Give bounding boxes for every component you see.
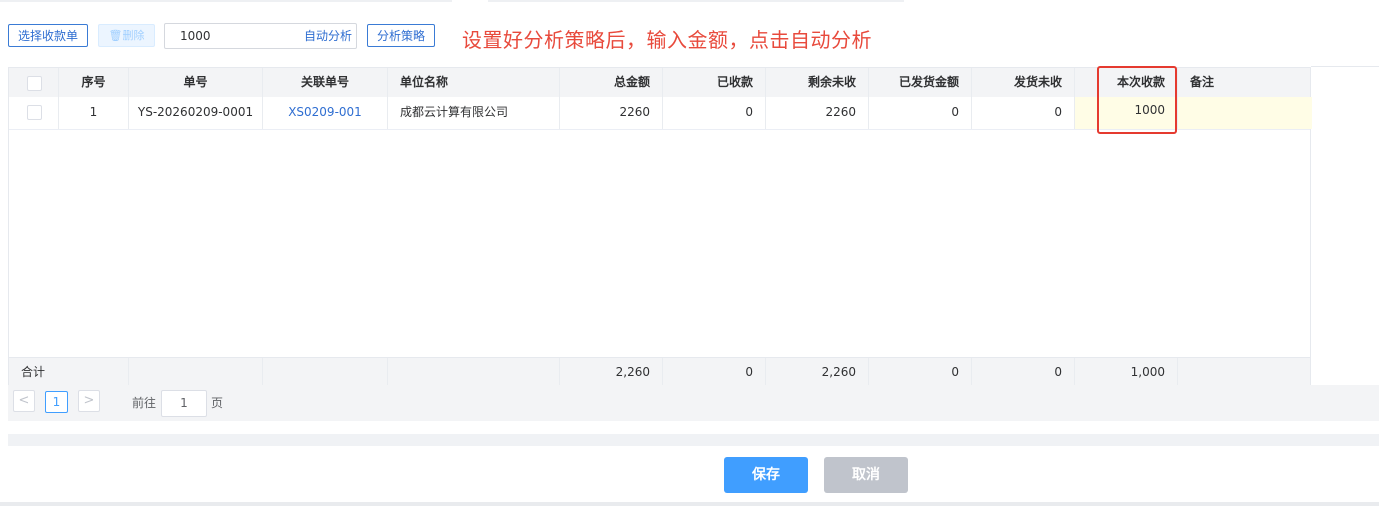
- section-divider: [8, 434, 1379, 446]
- auto-analyze-button[interactable]: 自动分析: [304, 24, 352, 48]
- goto-label: 前往: [132, 396, 157, 410]
- top-divider-left: [0, 0, 452, 2]
- cell-total: 2260: [560, 97, 663, 129]
- cell-remaining: 2260: [766, 97, 869, 129]
- analysis-strategy-button[interactable]: 分析策略: [367, 24, 435, 47]
- top-divider-right: [488, 0, 904, 2]
- header-seq: 序号: [59, 68, 129, 97]
- cell-shipped-unreceived: 0: [972, 97, 1075, 129]
- header-received: 已收款: [663, 68, 766, 97]
- select-receipt-button[interactable]: 选择收款单: [8, 24, 88, 47]
- current-page[interactable]: 1: [45, 391, 68, 413]
- summary-shipped-amount: 0: [869, 358, 972, 386]
- summary-total: 2,260: [560, 358, 663, 386]
- amount-input[interactable]: 1000 自动分析: [164, 23, 357, 49]
- amount-value: 1000: [180, 29, 211, 43]
- summary-label: 合计: [9, 358, 129, 386]
- summary-empty: [1178, 358, 1312, 386]
- summary-this-receipt: 1,000: [1075, 358, 1178, 386]
- cell-order-no: YS-20260209-0001: [129, 97, 263, 129]
- pagination: < 1 > 前往 1 页: [8, 385, 1379, 421]
- row-checkbox[interactable]: [27, 105, 42, 120]
- header-related-no: 关联单号: [263, 68, 388, 97]
- header-total: 总金额: [560, 68, 663, 97]
- summary-shipped-unreceived: 0: [972, 358, 1075, 386]
- summary-empty: [129, 358, 263, 386]
- cell-seq: 1: [59, 97, 129, 129]
- bottom-divider: [0, 502, 1379, 506]
- header-remark: 备注: [1190, 75, 1215, 89]
- save-button[interactable]: 保存: [724, 457, 808, 493]
- grid-extension-line: [1311, 66, 1379, 67]
- select-all-checkbox[interactable]: [27, 76, 42, 91]
- summary-remaining: 2,260: [766, 358, 869, 386]
- prev-page-button[interactable]: <: [13, 390, 35, 412]
- cell-shipped-amount: 0: [869, 97, 972, 129]
- header-remaining: 剩余未收: [766, 68, 869, 97]
- summary-empty: [263, 358, 388, 386]
- hint-annotation: 设置好分析策略后，输入金额，点击自动分析: [462, 28, 872, 52]
- header-shipped-amount: 已发货金额: [869, 68, 972, 97]
- related-order-link[interactable]: XS0209-001: [263, 97, 388, 129]
- highlight-box: [1097, 66, 1177, 134]
- cell-received: 0: [663, 97, 766, 129]
- delete-button[interactable]: 🗑删除: [98, 24, 155, 47]
- cancel-button[interactable]: 取消: [824, 457, 908, 493]
- summary-received: 0: [663, 358, 766, 386]
- page-suffix: 页: [211, 396, 224, 410]
- header-shipped-unreceived: 发货未收: [972, 68, 1075, 97]
- cell-company: 成都云计算有限公司: [388, 97, 560, 129]
- row-select[interactable]: [9, 97, 59, 129]
- header-company: 单位名称: [388, 68, 560, 97]
- summary-empty: [388, 358, 560, 386]
- header-order-no: 单号: [129, 68, 263, 97]
- remark-input[interactable]: [1178, 97, 1312, 129]
- goto-page-input[interactable]: 1: [161, 390, 207, 417]
- header-select-all[interactable]: [9, 68, 59, 97]
- summary-row: 合计 2,260 0 2,260 0 0 1,000: [9, 357, 1310, 386]
- next-page-button[interactable]: >: [78, 390, 100, 412]
